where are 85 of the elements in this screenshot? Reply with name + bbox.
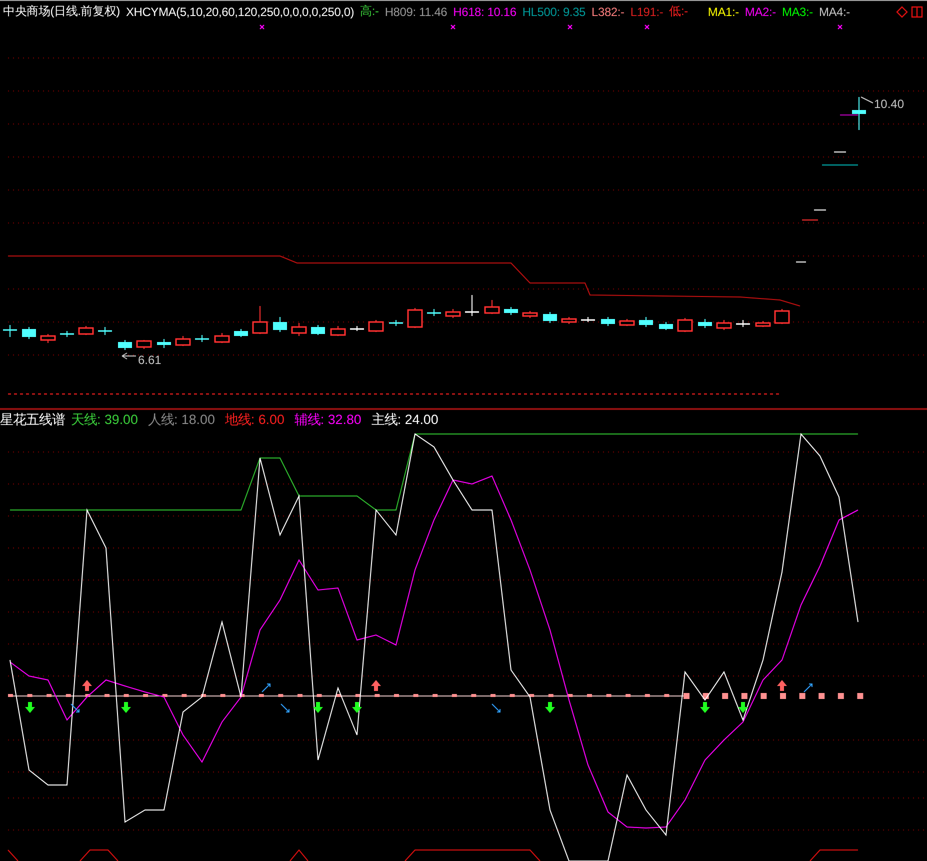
candlestick [581,316,595,322]
level-readout: L382:- [592,4,624,18]
candlestick [3,324,17,338]
candlestick [561,316,577,324]
candlestick [22,326,36,340]
candlestick [60,330,74,338]
cross-mark-icon [259,24,265,30]
candlestick [698,318,712,328]
candlestick [311,324,325,336]
line-readout: 辅线: 32.80 [294,411,362,429]
diagonal-arrow-icon [280,704,290,712]
candlestick [427,308,441,316]
candlestick [639,316,653,328]
candlestick [445,308,461,318]
candlestick [716,320,732,330]
candlestick [291,322,307,336]
diagonal-arrow-icon [262,684,270,692]
candlestick [214,332,230,344]
candlestick [157,338,171,348]
diamond-icon[interactable] [896,6,908,18]
moving-average-readout: MA3:- [782,4,813,18]
diagonal-arrow-icon [804,684,812,692]
level-readout: 低:- [669,3,688,20]
candlestick [175,336,191,346]
cross-mark-icon [450,24,456,30]
down-arrow-icon [352,702,362,713]
moving-average-readout: MA1:- [708,4,739,18]
candlestick [504,306,518,316]
level-readout: L191:- [630,4,664,18]
candlestick [484,300,500,314]
candlestick [619,318,635,326]
up-arrow-icon [82,680,92,691]
candlestick [368,320,384,332]
level-readout: HL500: 9.35 [522,4,586,18]
level-readout: H618: 10.16 [453,4,516,18]
diagonal-arrow-icon [492,704,500,712]
cross-mark-icon [567,24,573,30]
candlestick [465,294,479,316]
down-arrow-icon [700,702,710,713]
candlestick [601,316,615,326]
candlestick [736,320,750,328]
candlestick [195,334,209,342]
level-readout: 高:- [360,3,379,20]
indicator-formula: XHCYMA(5,10,20,60,120,250,0,0,0,0,250,0) [126,4,354,18]
candlestick [389,320,403,326]
candlestick [40,334,56,344]
pointer-arrow-icon [122,352,136,360]
line-readout: 天线: 39.00 [71,411,138,429]
candlestick [273,316,287,332]
split-window-icon[interactable] [911,6,923,18]
up-arrow-icon [371,680,381,691]
cross-mark-icon [644,24,650,30]
line-readout: 主线: 24.00 [371,411,438,429]
candlestick [234,328,248,338]
up-arrow-icon [777,680,787,691]
candlestick [522,310,538,318]
candlestick [252,306,268,334]
candlestick [136,340,152,350]
line-readout: 人线: 18.00 [148,411,215,429]
down-arrow-icon [313,702,323,713]
indicator-title: 星花五线谱 [0,411,65,429]
candlestick [330,326,346,336]
moving-average-readout: MA4:- [818,4,850,18]
cross-mark-icon [837,24,843,30]
candlestick [774,308,790,324]
line-readout: 地线: 6.00 [224,411,284,429]
price-label: 6.61 [138,353,162,367]
candlestick [118,340,132,350]
candlestick [350,326,364,332]
candlestick [98,326,112,336]
moving-average-readout: MA2:- [744,4,776,18]
candlestick [78,326,94,336]
down-arrow-icon [121,702,131,713]
candlestick [407,308,423,328]
candlestick [677,318,693,332]
level-readout: H809: 11.46 [384,4,448,18]
candlestick [659,322,673,330]
down-arrow-icon [738,702,748,713]
price-label: 10.40 [874,97,904,111]
down-arrow-icon [25,702,35,713]
diagonal-arrow-icon [70,704,80,712]
down-arrow-icon [545,702,555,713]
candlestick [543,312,557,324]
security-title: 中央商场(日线.前复权) [3,3,120,20]
candlestick [755,320,771,328]
